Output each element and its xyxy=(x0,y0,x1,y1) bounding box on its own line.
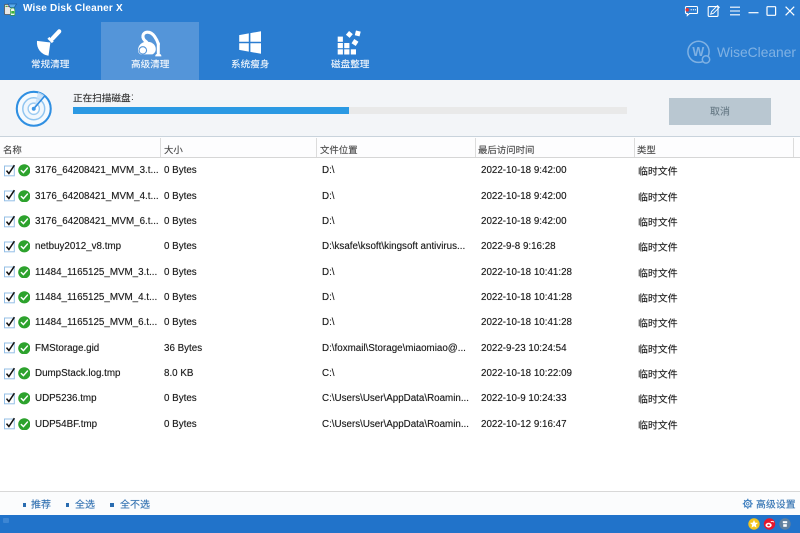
svg-text:W: W xyxy=(692,45,704,59)
svg-text:WiseCleaner: WiseCleaner xyxy=(717,45,796,60)
